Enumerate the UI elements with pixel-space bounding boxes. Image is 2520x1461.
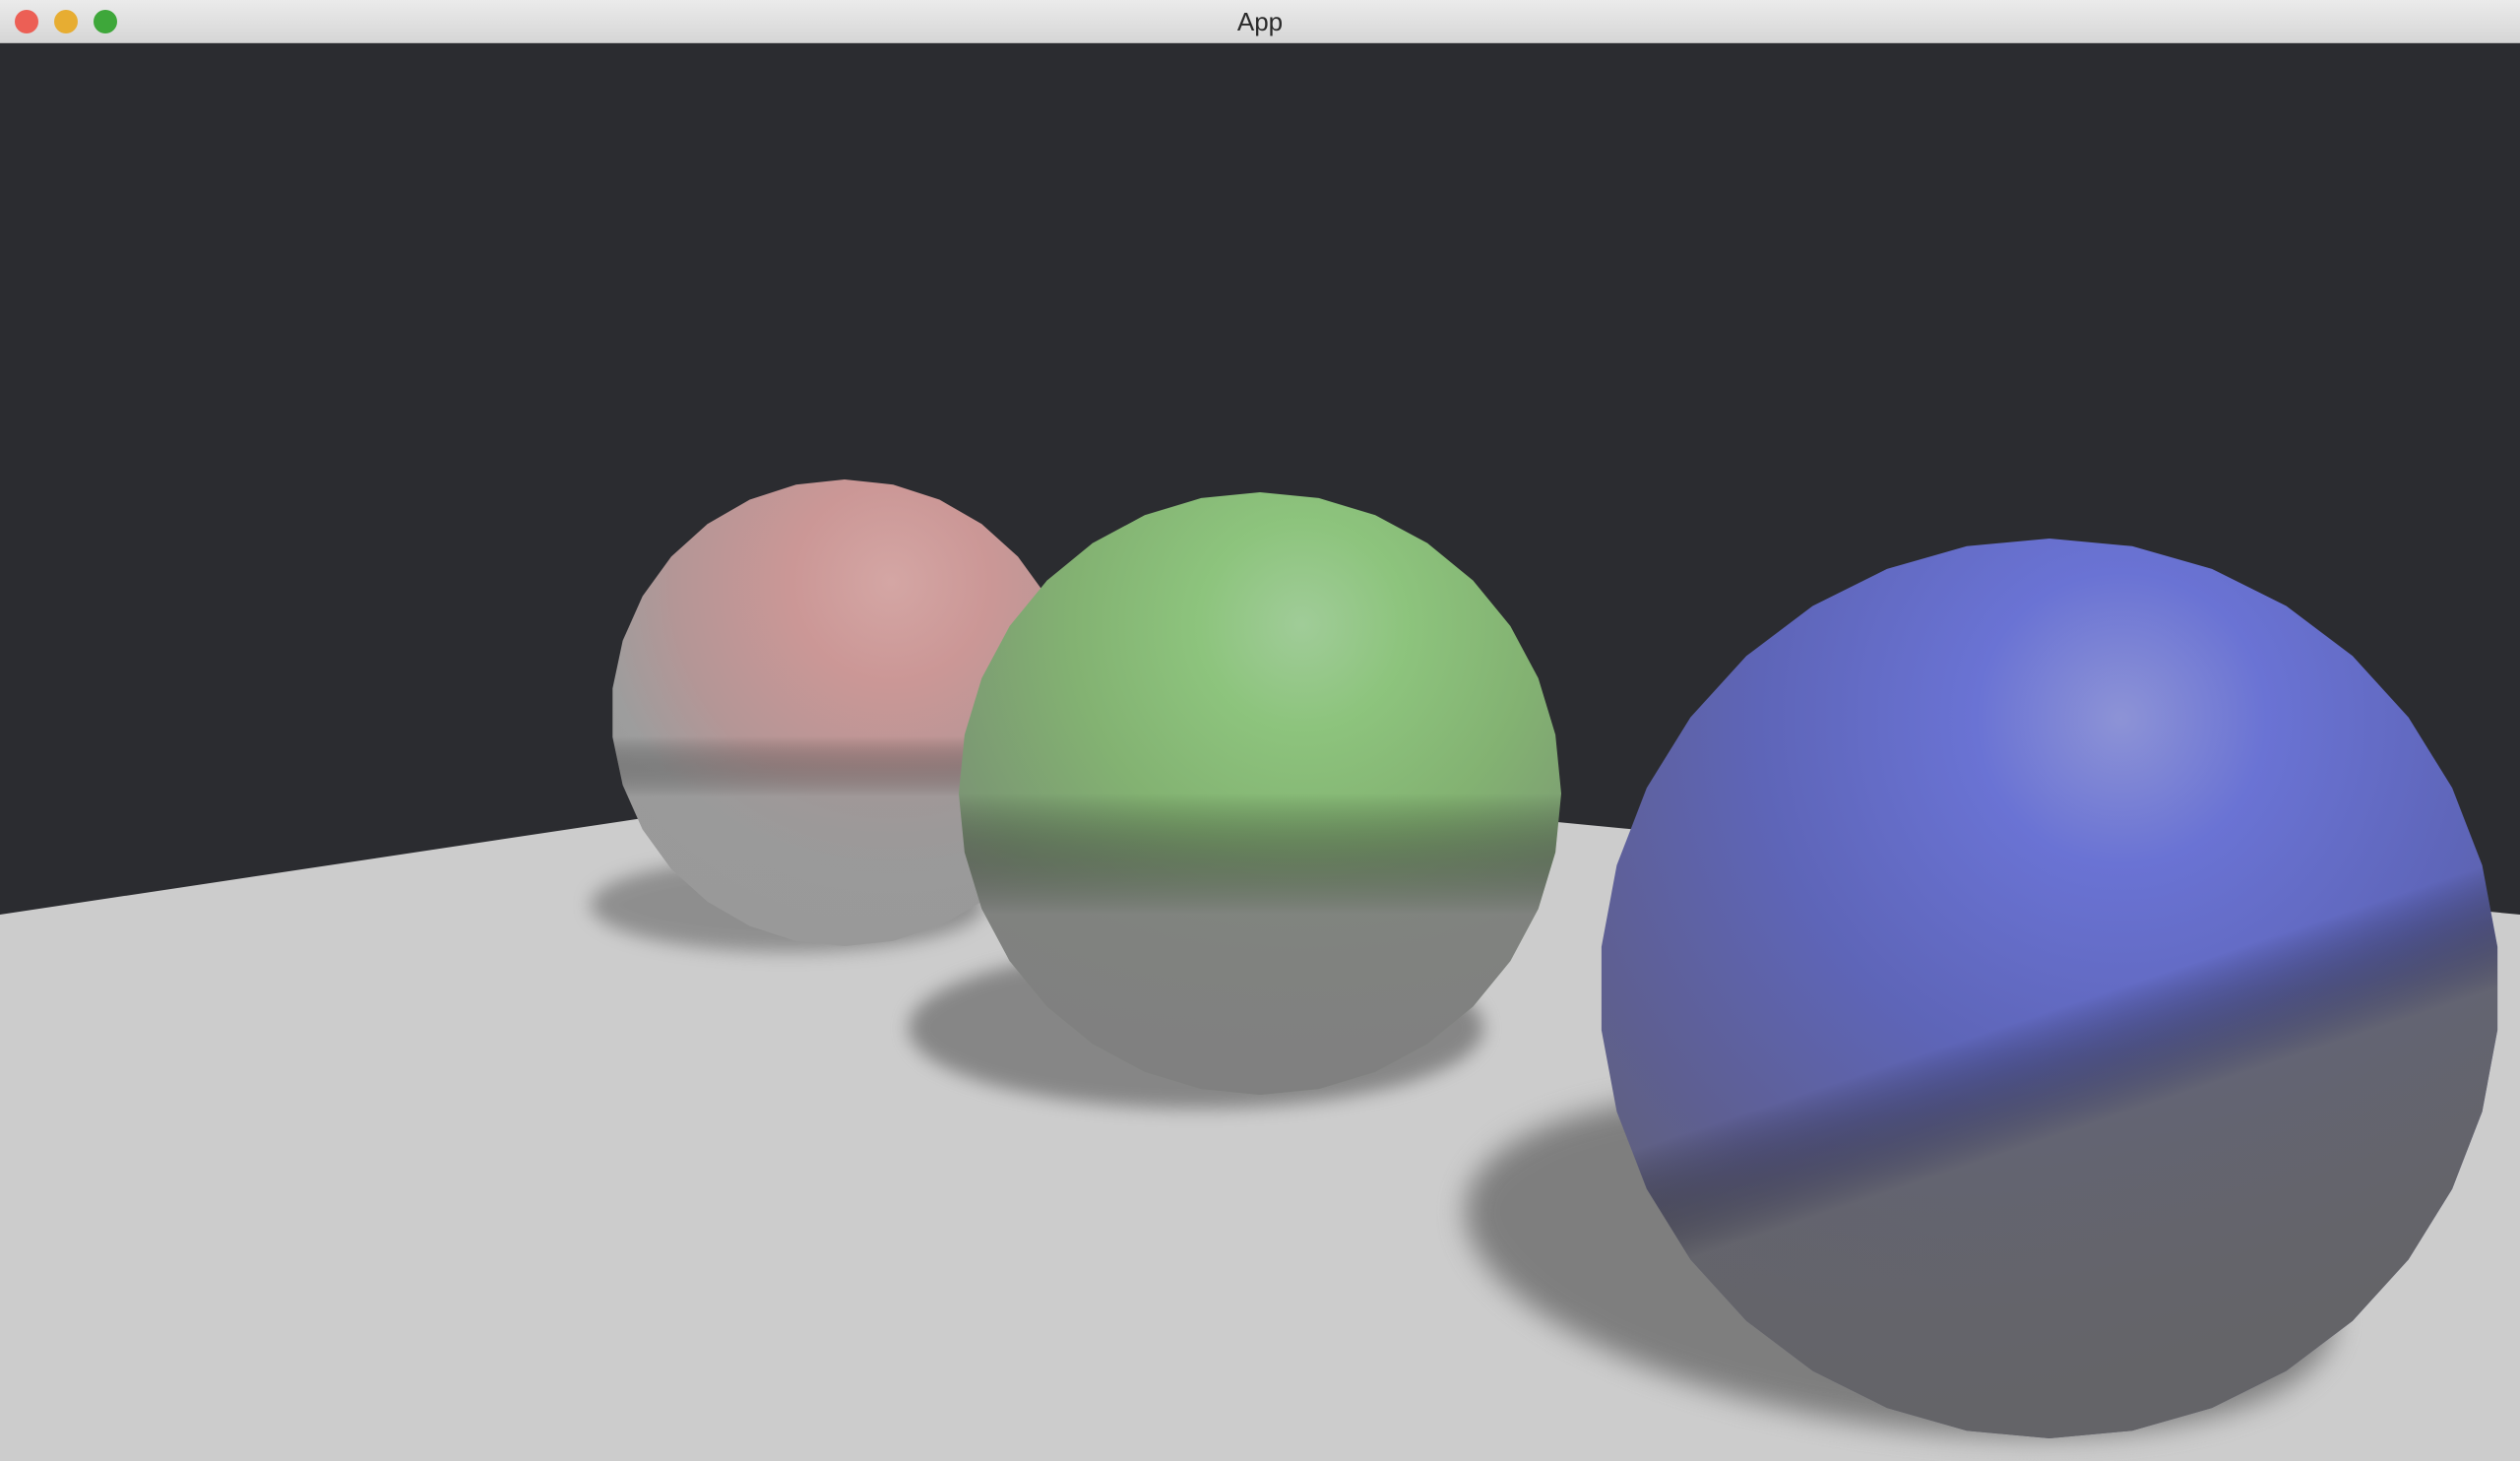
title-bar[interactable]: App <box>0 0 2520 43</box>
green-sphere[interactable] <box>959 492 1561 1095</box>
window-title: App <box>1236 7 1284 36</box>
scene-canvas[interactable] <box>0 43 2520 1461</box>
render-viewport[interactable] <box>0 43 2520 1461</box>
app-window: App <box>0 0 2520 1461</box>
blue-sphere[interactable] <box>1601 539 2498 1438</box>
